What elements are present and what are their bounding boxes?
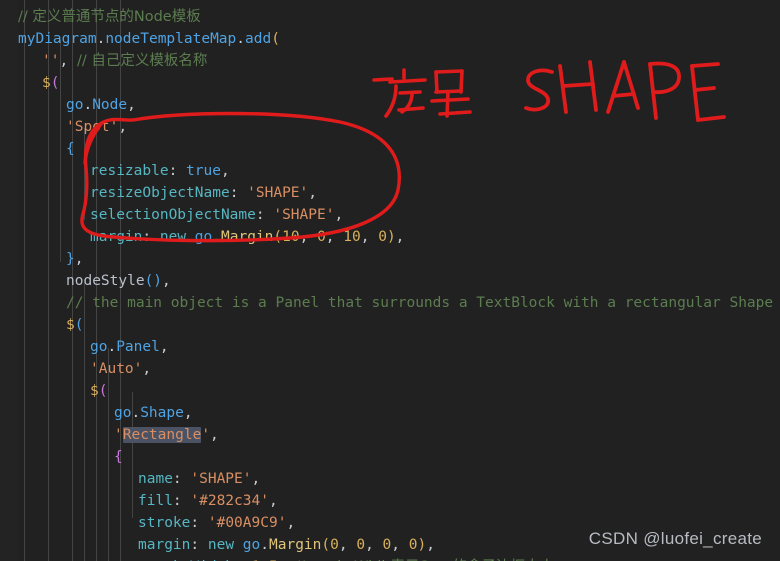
code-token-string: 'Spot' (66, 119, 119, 135)
code-line-8: resizable: true, (90, 163, 230, 179)
code-token-string: 'SHAPE' (247, 185, 309, 201)
code-token-property: resizeObjectName (90, 185, 230, 201)
code-token-number: 0 (356, 537, 366, 553)
code-line-20: 'Rectangle', (114, 427, 219, 443)
code-token-namespace: go (114, 405, 132, 421)
code-token-function-call: nodeStyle (66, 273, 145, 289)
code-token-string: '#282c34' (190, 493, 269, 509)
code-token-number: 10 (343, 229, 361, 245)
code-token-namespace: go (194, 229, 213, 245)
code-token-identifier: myDiagram (18, 31, 97, 47)
code-token-keyword: new (159, 229, 187, 245)
code-token-string: '#00A9C9' (207, 515, 287, 531)
code-token-property: resizable (90, 163, 169, 179)
code-line-3: '', // 自己定义模板名称 (42, 53, 208, 69)
code-token-string: '' (42, 53, 60, 69)
code-token-number: 10 (282, 229, 300, 245)
code-line-1: // 定义普通节点的Node模板 (0, 6, 780, 28)
code-token-property: nodeTemplateMap (105, 31, 237, 47)
code-token-number: 0 (378, 229, 387, 245)
code-token-string: 'SHAPE' (273, 207, 335, 223)
code-token-dollar: $ (66, 317, 75, 333)
code-token-class: Node (92, 97, 128, 113)
code-block[interactable]: // 定义普通节点的Node模板 myDiagram.nodeTemplateM… (0, 0, 780, 561)
code-token-class: Shape (140, 405, 184, 421)
code-line-15: $( (66, 317, 84, 333)
code-token-comment: // the main object is a Panel that surro… (66, 295, 774, 311)
code-token-comment: // 自己定义模板名称 (76, 53, 208, 69)
code-line-7: { (0, 138, 780, 160)
code-token-constructor: Margin (221, 229, 274, 245)
code-line-11: margin: new go.Margin(10, 0, 10, 0), (90, 229, 405, 245)
code-token-number: 0 (382, 537, 392, 553)
code-token-keyword: new (207, 537, 235, 553)
code-token-namespace: go (90, 339, 108, 355)
code-token-number: 0 (330, 537, 339, 553)
code-token-property: margin (90, 229, 143, 245)
code-token-constructor: Margin (269, 537, 322, 553)
code-line-21: { (0, 446, 780, 468)
code-token-method: add (245, 31, 272, 47)
code-editor-screenshot: // 定义普通节点的Node模板 myDiagram.nodeTemplateM… (0, 0, 780, 561)
code-line-18: $( (90, 383, 108, 399)
code-line-19: go.Shape, (114, 405, 193, 421)
csdn-watermark: CSDN @luofei_create (588, 529, 762, 548)
code-line-16: go.Panel, (90, 339, 169, 355)
code-line-6: 'Spot', (66, 119, 128, 135)
code-token-dollar: $ (42, 75, 51, 91)
code-token-boolean: true (186, 163, 221, 179)
code-token-comment: // 定义普通节点的Node模板 (18, 9, 201, 25)
code-token-brace: { (114, 449, 123, 465)
code-token-string: 'Auto' (90, 361, 143, 377)
code-token-dollar: $ (90, 383, 99, 399)
code-line-14: // the main object is a Panel that surro… (0, 292, 780, 314)
code-token-brace: { (66, 141, 75, 157)
code-token-string-selected: Rectangle (122, 427, 202, 443)
code-token-property: stroke (138, 515, 191, 531)
code-token-number: 0 (317, 229, 326, 245)
code-token-property: margin (138, 537, 191, 553)
code-token-namespace: go (66, 97, 84, 113)
code-line-22: name: 'SHAPE', (138, 471, 261, 487)
code-token-string: ' (114, 427, 123, 443)
code-line-23: fill: '#282c34', (138, 493, 278, 509)
code-line-26: strokeWidth: 1.5, // strokeWidh表示Step的盒子… (0, 556, 780, 561)
code-line-13: nodeStyle(), (66, 273, 171, 289)
code-line-10: selectionObjectName: 'SHAPE', (90, 207, 344, 223)
code-token-namespace: go (242, 537, 261, 553)
code-token-brace: } (66, 251, 75, 267)
code-token-class: Panel (116, 339, 160, 355)
code-token-property: selectionObjectName (90, 207, 256, 223)
code-line-17: 'Auto', (90, 361, 152, 377)
code-line-9: resizeObjectName: 'SHAPE', (90, 185, 317, 201)
code-token-string: 'SHAPE' (190, 471, 252, 487)
code-line-4: $( (42, 75, 60, 91)
code-line-2: myDiagram.nodeTemplateMap.add( (18, 31, 280, 47)
code-token-property: fill (138, 493, 173, 509)
code-token-property: name (138, 471, 173, 487)
code-line-12: }, (66, 251, 84, 267)
code-line-5: go.Node, (66, 97, 136, 113)
